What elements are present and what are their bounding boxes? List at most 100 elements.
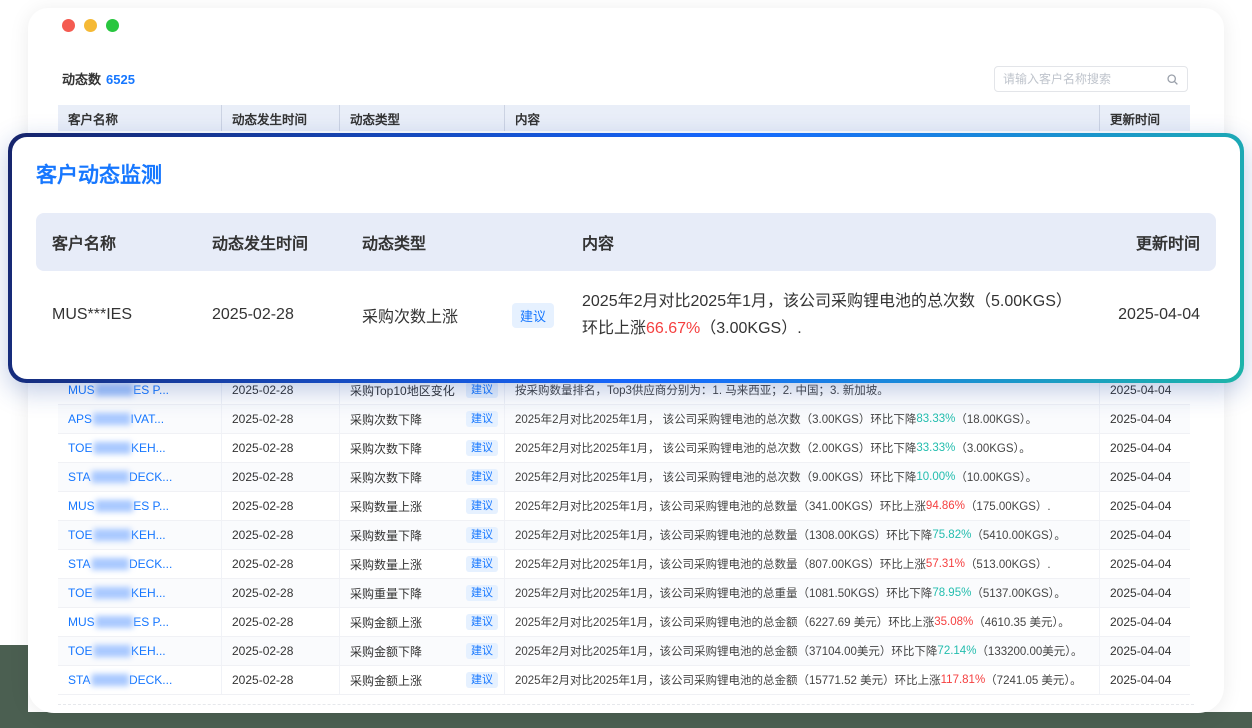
row-content-tail: （4610.35 美元）。 <box>973 614 1070 630</box>
row-content-tail: （3.00KGS）。 <box>955 440 1030 456</box>
table-header-row: 客户名称 动态发生时间 动态类型 内容 更新时间 <box>58 105 1190 131</box>
customer-name-link[interactable]: TOE██████KEH... <box>58 579 222 607</box>
callout-header-date: 动态发生时间 <box>212 230 362 254</box>
table-row[interactable]: TOE██████KEH... 2025-02-28 采购重量下降 建议 202… <box>58 579 1190 608</box>
table-row[interactable]: STA██████DECK... 2025-02-28 采购金额上涨 建议 20… <box>58 666 1190 695</box>
customer-search-input[interactable] <box>1003 72 1166 86</box>
row-type-label: 采购Top10地区变化 <box>350 382 455 399</box>
table-row[interactable]: MUS██████ES P... 2025-02-28 采购金额上涨 建议 20… <box>58 608 1190 637</box>
callout-content-tail: （3.00KGS）. <box>700 320 801 337</box>
row-content-tail: （5137.00KGS）。 <box>971 585 1066 601</box>
row-updated: 2025-04-04 <box>1100 521 1190 549</box>
dynamics-count-value: 6525 <box>106 72 135 87</box>
row-content-tail: （18.00KGS）。 <box>955 411 1037 427</box>
row-type-label: 采购次数下降 <box>350 411 422 428</box>
customer-name-blurred: ██████ <box>93 530 130 541</box>
row-content-tail: （133200.00美元）。 <box>976 643 1082 659</box>
zoom-window-button[interactable] <box>106 19 119 32</box>
row-content-text: 2025年2月对比2025年1月，该公司采购锂电池的总金额（6227.69 美元… <box>515 614 934 630</box>
row-content: 2025年2月对比2025年1月，该公司采购锂电池的总重量（1081.50KGS… <box>505 579 1100 607</box>
row-content: 2025年2月对比2025年1月，该公司采购锂电池的总金额（37104.00美元… <box>505 637 1100 665</box>
customer-name-link[interactable]: MUS██████ES P... <box>58 492 222 520</box>
customer-name-suffix: DECK... <box>129 470 172 484</box>
desktop-background-strip <box>0 712 1252 728</box>
row-type: 采购金额上涨 建议 <box>340 666 505 694</box>
table-body: MUS██████ES P... 2025-02-28 采购Top10地区变化 … <box>58 376 1190 695</box>
row-content-percent: 83.33% <box>916 413 955 425</box>
customer-name-link[interactable]: STA██████DECK... <box>58 550 222 578</box>
row-date: 2025-02-28 <box>222 637 340 665</box>
customer-name-prefix: STA <box>68 673 90 687</box>
table-header-type: 动态类型 <box>340 105 505 131</box>
table-row[interactable]: APS██████IVAT... 2025-02-28 采购次数下降 建议 20… <box>58 405 1190 434</box>
customer-name-link[interactable]: TOE██████KEH... <box>58 434 222 462</box>
customer-name-suffix: IVAT... <box>131 412 165 426</box>
row-date: 2025-02-28 <box>222 550 340 578</box>
customer-name-prefix: STA <box>68 557 90 571</box>
table-row[interactable]: TOE██████KEH... 2025-02-28 采购金额下降 建议 202… <box>58 637 1190 666</box>
row-content-text: 按采购数量排名，Top3供应商分别为：1. 马来西亚；2. 中国；3. 新加坡。 <box>515 382 889 398</box>
customer-name-suffix: ES P... <box>133 383 169 397</box>
row-content-percent: 75.82% <box>932 529 971 541</box>
table-row[interactable]: TOE██████KEH... 2025-02-28 采购次数下降 建议 202… <box>58 434 1190 463</box>
row-type-label: 采购次数下降 <box>350 469 422 486</box>
row-type: 采购数量下降 建议 <box>340 521 505 549</box>
customer-name-link[interactable]: TOE██████KEH... <box>58 637 222 665</box>
row-type: 采购金额上涨 建议 <box>340 608 505 636</box>
suggestion-badge: 建议 <box>466 469 498 485</box>
row-content: 2025年2月对比2025年1月， 该公司采购锂电池的总次数（2.00KGS）环… <box>505 434 1100 462</box>
table-row[interactable]: MUS██████ES P... 2025-02-28 采购数量上涨 建议 20… <box>58 492 1190 521</box>
dynamics-count: 动态数6525 <box>62 69 135 88</box>
row-content-text: 2025年2月对比2025年1月，该公司采购锂电池的总金额（37104.00美元… <box>515 643 937 659</box>
customer-name-suffix: KEH... <box>131 644 166 658</box>
suggestion-badge: 建议 <box>466 527 498 543</box>
row-date: 2025-02-28 <box>222 434 340 462</box>
row-type-label: 采购数量上涨 <box>350 556 422 573</box>
table-row[interactable]: TOE██████KEH... 2025-02-28 采购数量下降 建议 202… <box>58 521 1190 550</box>
row-content-text: 2025年2月对比2025年1月，该公司采购锂电池的总数量（1308.00KGS… <box>515 527 932 543</box>
row-type: 采购重量下降 建议 <box>340 579 505 607</box>
row-content-text: 2025年2月对比2025年1月，该公司采购锂电池的总重量（1081.50KGS… <box>515 585 932 601</box>
suggestion-badge: 建议 <box>466 498 498 514</box>
row-type-label: 采购金额上涨 <box>350 672 422 689</box>
customer-name-blurred: ██████ <box>96 617 133 628</box>
row-type-label: 采购金额上涨 <box>350 614 422 631</box>
callout-type: 采购次数上涨 建议 <box>362 303 582 328</box>
suggestion-badge: 建议 <box>466 585 498 601</box>
customer-name-link[interactable]: MUS██████ES P... <box>58 608 222 636</box>
row-content-tail: （10.00KGS）。 <box>955 469 1037 485</box>
row-content: 2025年2月对比2025年1月，该公司采购锂电池的总数量（807.00KGS）… <box>505 550 1100 578</box>
search-icon[interactable] <box>1166 73 1179 86</box>
row-content-text: 2025年2月对比2025年1月，该公司采购锂电池的总数量（807.00KGS）… <box>515 556 926 572</box>
customer-name-link[interactable]: TOE██████KEH... <box>58 521 222 549</box>
table-row[interactable]: STA██████DECK... 2025-02-28 采购次数下降 建议 20… <box>58 463 1190 492</box>
customer-name-suffix: KEH... <box>131 528 166 542</box>
row-type: 采购次数下降 建议 <box>340 405 505 433</box>
table-row[interactable]: STA██████DECK... 2025-02-28 采购数量上涨 建议 20… <box>58 550 1190 579</box>
customer-name-blurred: ██████ <box>93 443 130 454</box>
customer-name-prefix: TOE <box>68 586 92 600</box>
customer-name-suffix: DECK... <box>129 557 172 571</box>
close-window-button[interactable] <box>62 19 75 32</box>
row-updated: 2025-04-04 <box>1100 666 1190 694</box>
row-content-tail: （175.00KGS）. <box>965 498 1051 514</box>
row-updated: 2025-04-04 <box>1100 579 1190 607</box>
callout-updated: 2025-04-04 <box>1090 306 1200 324</box>
row-content-text: 2025年2月对比2025年1月， 该公司采购锂电池的总次数（2.00KGS）环… <box>515 440 916 456</box>
customer-name-prefix: MUS <box>68 383 95 397</box>
callout-type-label: 采购次数上涨 <box>362 303 458 327</box>
row-updated: 2025-04-04 <box>1100 463 1190 491</box>
row-date: 2025-02-28 <box>222 608 340 636</box>
customer-name-link[interactable]: APS██████IVAT... <box>58 405 222 433</box>
suggestion-badge: 建议 <box>466 440 498 456</box>
row-content-text: 2025年2月对比2025年1月， 该公司采购锂电池的总次数（3.00KGS）环… <box>515 411 916 427</box>
customer-search[interactable] <box>994 66 1188 92</box>
zoom-callout-card: 客户动态监测 客户名称 动态发生时间 动态类型 内容 更新时间 MUS***IE… <box>12 137 1240 379</box>
customer-name-link[interactable]: STA██████DECK... <box>58 666 222 694</box>
minimize-window-button[interactable] <box>84 19 97 32</box>
row-date: 2025-02-28 <box>222 405 340 433</box>
customer-name-suffix: DECK... <box>129 673 172 687</box>
row-date: 2025-02-28 <box>222 579 340 607</box>
callout-content-percent: 66.67% <box>646 320 700 337</box>
customer-name-link[interactable]: STA██████DECK... <box>58 463 222 491</box>
